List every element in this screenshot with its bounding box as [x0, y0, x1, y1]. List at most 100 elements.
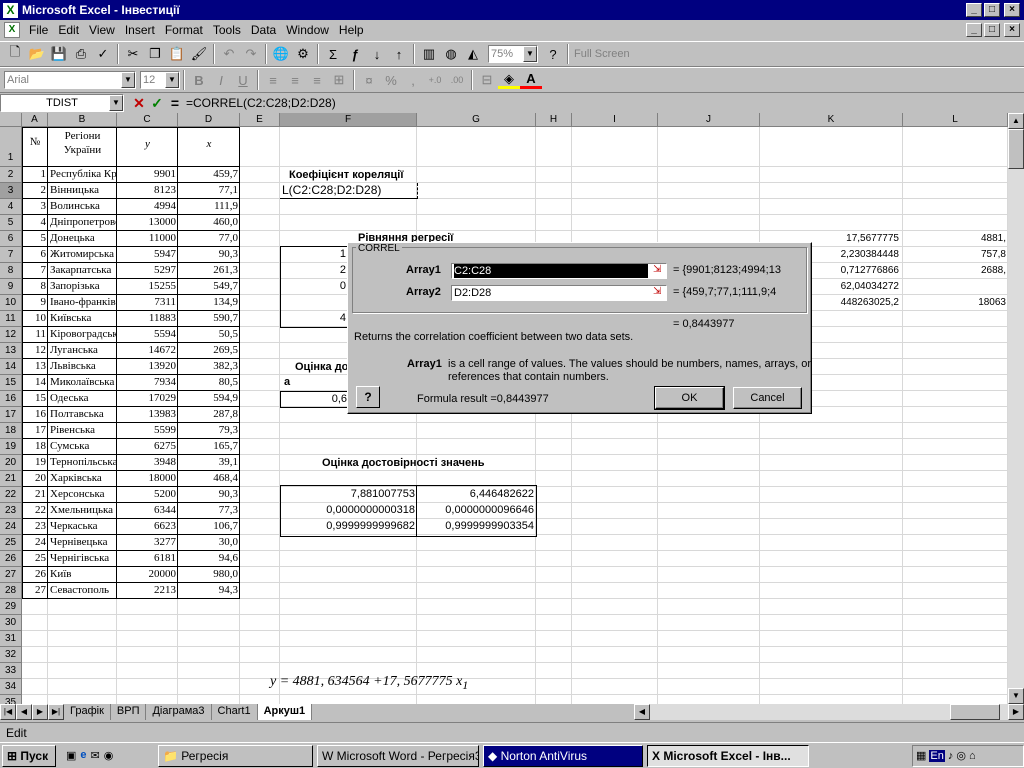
tab-chart1[interactable]: Chart1 [212, 704, 258, 720]
row-header[interactable]: 14 [0, 359, 22, 375]
cancel-button[interactable]: Cancel [733, 387, 802, 409]
row-header[interactable]: 15 [0, 375, 22, 391]
row-header[interactable]: 12 [0, 327, 22, 343]
row-header[interactable]: 35 [0, 695, 22, 704]
bold-button[interactable]: B [188, 69, 210, 91]
row-header[interactable]: 3 [0, 183, 22, 199]
doc-restore-button[interactable]: □ [984, 23, 1000, 37]
currency-icon[interactable]: ¤ [358, 69, 380, 91]
column-header-i[interactable]: I [572, 113, 658, 127]
row-header[interactable]: 6 [0, 231, 22, 247]
align-right-icon[interactable]: ≡ [306, 69, 328, 91]
row-header[interactable]: 10 [0, 295, 22, 311]
outlook-icon[interactable]: ✉ [91, 749, 100, 762]
next-sheet-icon[interactable]: ▶ [32, 704, 48, 720]
function-icon[interactable]: ƒ [344, 43, 366, 65]
drawing-icon[interactable]: ◭ [462, 43, 484, 65]
redo-icon[interactable]: ↷ [240, 43, 262, 65]
decrease-decimal-button[interactable]: .00 [446, 69, 468, 91]
prev-sheet-icon[interactable]: ◀ [16, 704, 32, 720]
row-header[interactable]: 24 [0, 519, 22, 535]
task-norton[interactable]: ◆ Norton AntiVirus [483, 744, 643, 767]
language-indicator[interactable]: En [929, 749, 945, 762]
row-header[interactable]: 9 [0, 279, 22, 295]
channels-icon[interactable]: ◉ [104, 749, 114, 762]
row-header[interactable]: 27 [0, 567, 22, 583]
font-color-icon[interactable]: A [520, 71, 542, 89]
full-screen-button[interactable]: Full Screen [574, 48, 630, 60]
column-header-a[interactable]: A [22, 113, 48, 127]
last-sheet-icon[interactable]: ▶| [48, 704, 64, 720]
task-excel[interactable]: X Microsoft Excel - Інв... [647, 744, 809, 767]
open-icon[interactable]: 📂 [26, 43, 48, 65]
print-icon[interactable]: ⎙ [70, 43, 92, 65]
menu-file[interactable]: File [24, 23, 53, 37]
ie-icon[interactable]: e [80, 749, 86, 762]
row-header[interactable]: 13 [0, 343, 22, 359]
percent-button[interactable]: % [380, 69, 402, 91]
save-icon[interactable]: 💾 [48, 43, 70, 65]
start-button[interactable]: ⊞ Пуск [2, 744, 56, 767]
row-header[interactable]: 23 [0, 503, 22, 519]
menu-help[interactable]: Help [334, 23, 369, 37]
row-header[interactable]: 19 [0, 439, 22, 455]
tray-volume-icon[interactable]: ♪ [948, 750, 954, 762]
increase-decimal-button[interactable]: +.0 [424, 69, 446, 91]
tab-arkush1[interactable]: Аркуш1 [257, 704, 313, 720]
scroll-down-icon[interactable]: ▼ [1008, 688, 1024, 704]
row-header[interactable]: 17 [0, 407, 22, 423]
row-header[interactable]: 4 [0, 199, 22, 215]
menu-edit[interactable]: Edit [53, 23, 84, 37]
select-all-corner[interactable] [0, 113, 22, 127]
tab-diagram3[interactable]: Діаграма3 [146, 704, 212, 720]
tray-app-icon[interactable]: ▦ [916, 749, 926, 762]
row-header[interactable]: 16 [0, 391, 22, 407]
web-toolbar-icon[interactable]: ⚙ [292, 43, 314, 65]
format-painter-icon[interactable]: 🖌 [188, 43, 210, 65]
underline-button[interactable]: U [232, 69, 254, 91]
align-center-icon[interactable]: ≡ [284, 69, 306, 91]
menu-insert[interactable]: Insert [120, 23, 160, 37]
column-header-c[interactable]: C [117, 113, 178, 127]
row-header[interactable]: 28 [0, 583, 22, 599]
column-header-d[interactable]: D [178, 113, 240, 127]
office-assistant-icon[interactable]: ? [542, 43, 564, 65]
name-box[interactable]: TDIST ▼ [0, 94, 124, 112]
row-header[interactable]: 32 [0, 647, 22, 663]
column-header-g[interactable]: G [417, 113, 536, 127]
row-header[interactable]: 20 [0, 455, 22, 471]
close-button[interactable]: × [1004, 3, 1020, 17]
row-header[interactable]: 5 [0, 215, 22, 231]
autosum-icon[interactable]: Σ [322, 43, 344, 65]
scroll-left-icon[interactable]: ◀ [634, 704, 650, 720]
row-header[interactable]: 22 [0, 487, 22, 503]
menu-tools[interactable]: Tools [208, 23, 246, 37]
paste-icon[interactable]: 📋 [166, 43, 188, 65]
copy-icon[interactable]: ❐ [144, 43, 166, 65]
task-regresiya[interactable]: 📁 Регресія [158, 744, 313, 767]
active-cell-f3[interactable]: L(C2:C28;D2:D28) [280, 183, 418, 199]
row-header[interactable]: 2 [0, 167, 22, 183]
column-header-k[interactable]: K [760, 113, 903, 127]
row-header[interactable]: 31 [0, 631, 22, 647]
scroll-right-icon[interactable]: ▶ [1008, 704, 1024, 720]
array1-input[interactable]: C2:C28 [451, 263, 667, 279]
spelling-icon[interactable]: ✓ [92, 43, 114, 65]
hyperlink-icon[interactable]: 🌐 [270, 43, 292, 65]
row-header[interactable]: 21 [0, 471, 22, 487]
array2-input[interactable]: D2:D28 [451, 285, 667, 301]
sort-desc-icon[interactable]: ↑ [388, 43, 410, 65]
vertical-scroll-thumb[interactable] [1008, 129, 1024, 169]
row-header[interactable]: 29 [0, 599, 22, 615]
scroll-up-icon[interactable]: ▲ [1008, 113, 1024, 129]
row-header[interactable]: 26 [0, 551, 22, 567]
doc-minimize-button[interactable]: _ [966, 23, 982, 37]
font-select[interactable]: Arial ▼ [4, 71, 136, 89]
cut-icon[interactable]: ✂ [122, 43, 144, 65]
ok-button[interactable]: OK [654, 386, 725, 410]
merge-center-icon[interactable]: ⊞ [328, 69, 350, 91]
workbook-icon[interactable]: X [4, 22, 20, 38]
fill-color-icon[interactable]: ◈ [498, 71, 520, 89]
row-header[interactable]: 18 [0, 423, 22, 439]
enter-icon[interactable]: ✓ [148, 94, 166, 112]
